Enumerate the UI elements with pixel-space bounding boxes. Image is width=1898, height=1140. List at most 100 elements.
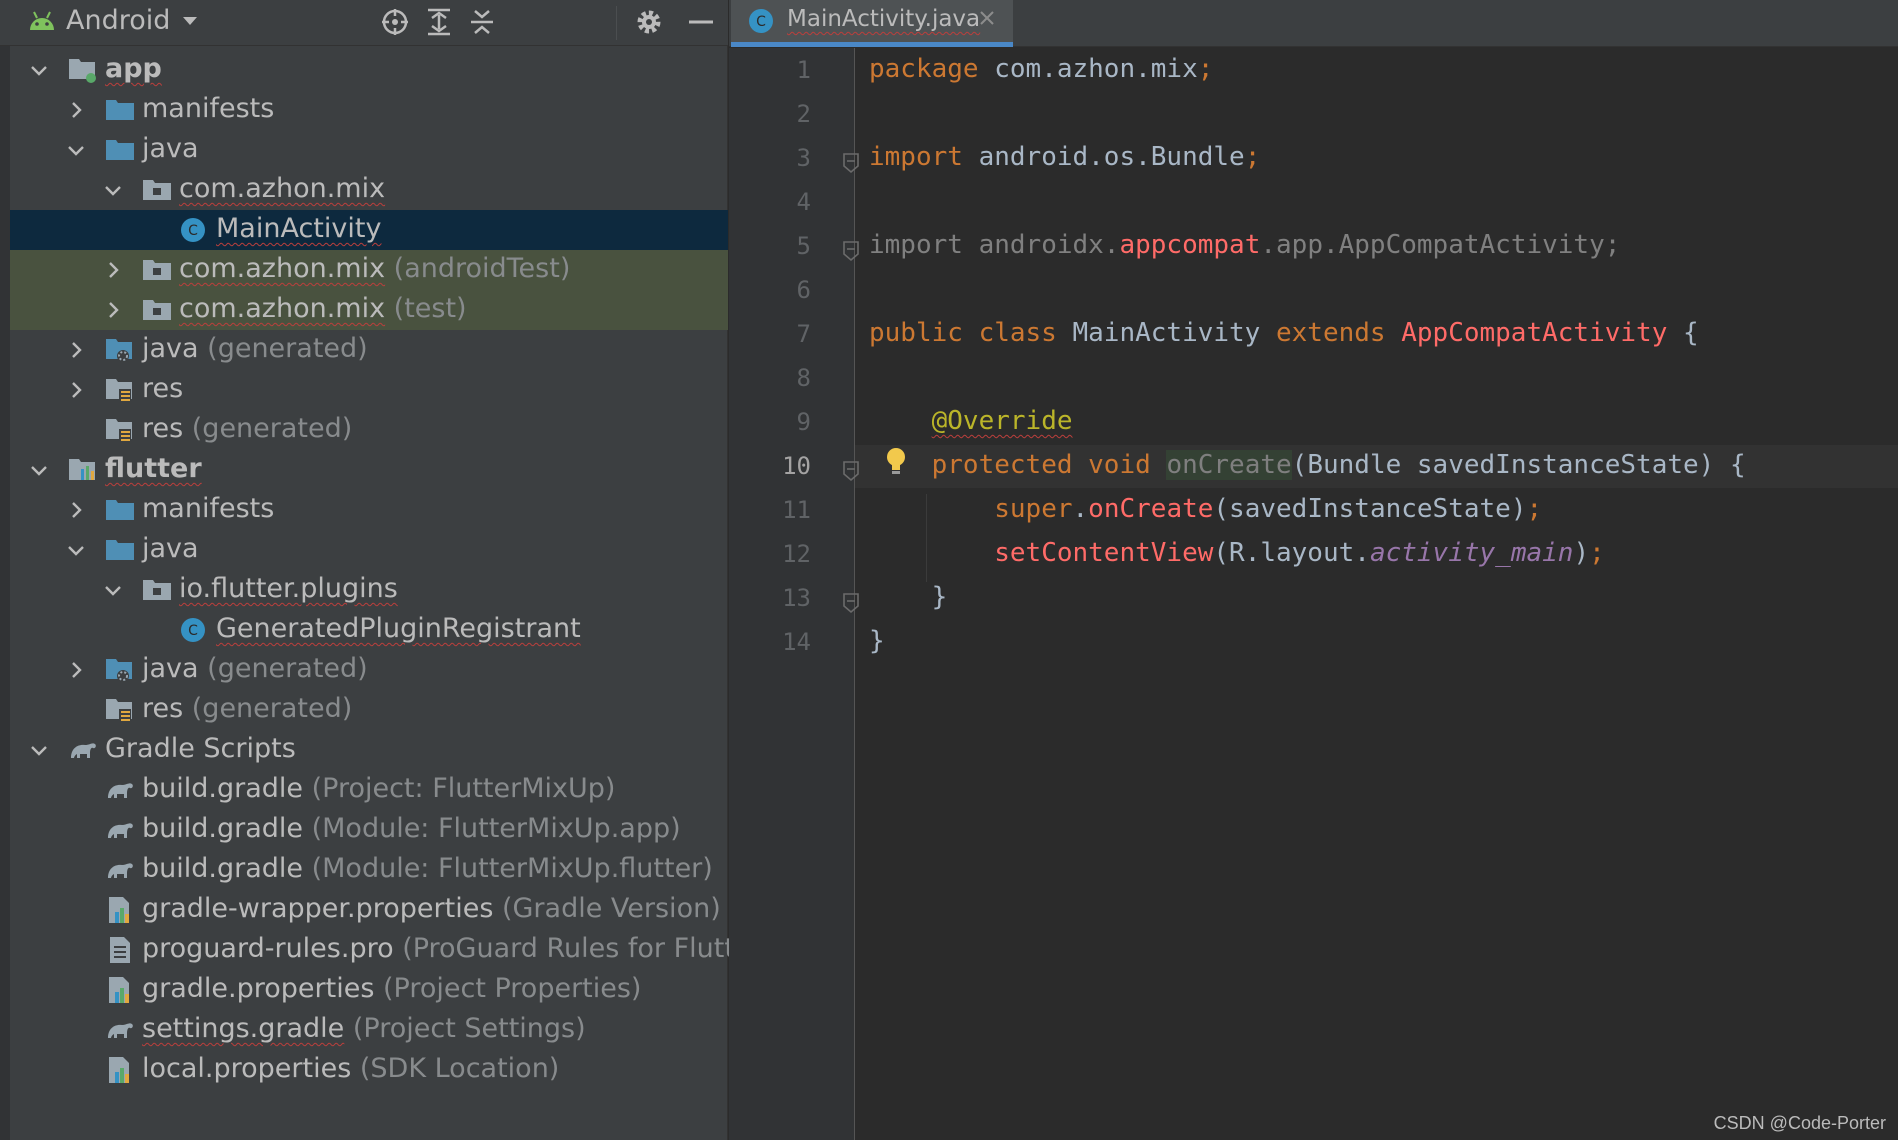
code-line[interactable]: protected void onCreate(Bundle savedInst… — [869, 450, 1746, 480]
tab-mainactivity[interactable]: C MainActivity.java — [731, 0, 1013, 47]
text-file-icon — [105, 936, 135, 964]
code-line[interactable]: @Override — [869, 406, 1073, 436]
gradle-icon — [105, 816, 135, 844]
expand-all-icon[interactable] — [424, 7, 454, 37]
tree-item-detail: (SDK Location) — [351, 1053, 560, 1084]
tree-item[interactable]: res (generated) — [10, 690, 728, 730]
collapse-all-icon[interactable] — [467, 7, 497, 37]
java-class-icon: C — [748, 8, 774, 38]
chevron-down-icon[interactable] — [30, 461, 48, 479]
chevron-down-icon[interactable] — [30, 61, 48, 79]
tree-item[interactable]: manifests — [10, 90, 728, 130]
module-app-icon — [68, 56, 98, 84]
tree-item-label: res — [142, 373, 183, 404]
tree-item[interactable]: res — [10, 370, 728, 410]
tree-item-name: manifests — [142, 93, 275, 124]
code-token: { — [1667, 318, 1699, 348]
tree-item[interactable]: C GeneratedPluginRegistrant — [10, 610, 728, 650]
tree-item[interactable]: java (generated) — [10, 650, 728, 690]
code-line[interactable]: import androidx.appcompat.app.AppCompatA… — [869, 230, 1620, 260]
chevron-right-icon[interactable] — [67, 501, 85, 519]
line-number: 14 — [782, 628, 811, 656]
tree-item[interactable]: build.gradle (Module: FlutterMixUp.app) — [10, 810, 728, 850]
svg-text:C: C — [756, 14, 766, 30]
code-line[interactable]: import android.os.Bundle; — [869, 142, 1260, 172]
minimize-icon[interactable] — [686, 7, 716, 37]
tree-item-name: com.azhon.mix — [179, 253, 386, 284]
code-token: AppCompatActivity — [1401, 318, 1668, 348]
gear-icon[interactable] — [634, 7, 664, 37]
tree-item[interactable]: settings.gradle (Project Settings) — [10, 1010, 728, 1050]
chevron-right-icon[interactable] — [67, 381, 85, 399]
chevron-right-icon[interactable] — [104, 261, 122, 279]
code-line[interactable]: setContentView(R.layout.activity_main); — [869, 538, 1605, 568]
tree-item[interactable]: app — [10, 50, 728, 90]
tree-item-name: res — [142, 373, 184, 404]
code-line[interactable]: } — [869, 626, 885, 656]
tree-item[interactable]: io.flutter.plugins — [10, 570, 728, 610]
view-selector[interactable]: Android — [66, 5, 170, 36]
chevron-right-icon[interactable] — [67, 661, 85, 679]
chevron-right-icon[interactable] — [67, 101, 85, 119]
locate-icon[interactable] — [380, 7, 410, 37]
folder-icon — [105, 136, 135, 164]
tree-item-name: Gradle Scripts — [105, 733, 296, 764]
fold-end-icon[interactable] — [842, 592, 860, 618]
tree-item[interactable]: build.gradle (Project: FlutterMixUp) — [10, 770, 728, 810]
code-token: extends — [1276, 318, 1402, 348]
code-token: ; — [1197, 54, 1214, 84]
tree-item[interactable]: build.gradle (Module: FlutterMixUp.flutt… — [10, 850, 728, 890]
tree-item[interactable]: gradle.properties (Project Properties) — [10, 970, 728, 1010]
tree-item-name: GeneratedPluginRegistrant — [216, 613, 581, 644]
tree-item-label: com.azhon.mix — [179, 173, 385, 204]
tree-item[interactable]: java — [10, 130, 728, 170]
tree-item-name: gradle-wrapper.properties — [142, 893, 494, 924]
chevron-down-icon[interactable] — [104, 181, 122, 199]
chevron-down-icon[interactable] — [67, 141, 85, 159]
tree-item[interactable]: com.azhon.mix (androidTest) — [10, 250, 728, 290]
tree-item[interactable]: com.azhon.mix (test) — [10, 290, 728, 330]
code-token: public class — [869, 318, 1073, 348]
line-number: 6 — [796, 276, 811, 304]
fold-start-icon[interactable] — [842, 460, 860, 486]
code-token: (Bundle savedInstanceState) { — [1291, 450, 1746, 480]
code-token: onCreate — [1166, 450, 1292, 480]
tree-item[interactable]: Gradle Scripts — [10, 730, 728, 770]
tree-item[interactable]: com.azhon.mix — [10, 170, 728, 210]
tree-item[interactable]: manifests — [10, 490, 728, 530]
code-line[interactable]: } — [869, 582, 948, 612]
tree-item[interactable]: res (generated) — [10, 410, 728, 450]
fold-end-icon[interactable] — [842, 240, 860, 266]
code-line[interactable]: package com.azhon.mix; — [869, 54, 1213, 84]
tab-label: MainActivity.java — [787, 6, 981, 32]
tree-item-label: local.properties (SDK Location) — [142, 1053, 559, 1084]
tree-item[interactable]: local.properties (SDK Location) — [10, 1050, 728, 1090]
code-line[interactable]: super.onCreate(savedInstanceState); — [869, 494, 1542, 524]
tree-item-detail: (Project Settings) — [344, 1013, 586, 1044]
chevron-down-icon[interactable] — [67, 541, 85, 559]
tree-item[interactable]: java — [10, 530, 728, 570]
tree-item-label: flutter — [105, 453, 202, 484]
chevron-right-icon[interactable] — [104, 301, 122, 319]
tree-item-label: GeneratedPluginRegistrant — [216, 613, 581, 644]
chevron-down-icon[interactable] — [104, 581, 122, 599]
close-icon[interactable] — [979, 10, 995, 30]
code-line[interactable]: public class MainActivity extends AppCom… — [869, 318, 1699, 348]
tree-item-name: settings.gradle — [142, 1013, 345, 1044]
tree-item[interactable]: C MainActivity — [10, 210, 728, 250]
line-number: 7 — [796, 320, 811, 348]
tree-item[interactable]: gradle-wrapper.properties (Gradle Versio… — [10, 890, 728, 930]
tree-item-label: res (generated) — [142, 693, 352, 724]
line-number: 4 — [796, 188, 811, 216]
chevron-right-icon[interactable] — [67, 341, 85, 359]
tree-item[interactable]: proguard-rules.pro (ProGuard Rules for F… — [10, 930, 763, 970]
tree-item-label: com.azhon.mix (test) — [179, 293, 467, 324]
lightbulb-icon[interactable] — [884, 446, 908, 482]
chevron-down-icon[interactable] — [181, 13, 199, 32]
fold-start-icon[interactable] — [842, 152, 860, 178]
chevron-down-icon[interactable] — [30, 741, 48, 759]
tree-item[interactable]: flutter — [10, 450, 728, 490]
tree-item-label: java — [142, 533, 199, 564]
code-token: } — [869, 582, 948, 612]
tree-item[interactable]: java (generated) — [10, 330, 728, 370]
